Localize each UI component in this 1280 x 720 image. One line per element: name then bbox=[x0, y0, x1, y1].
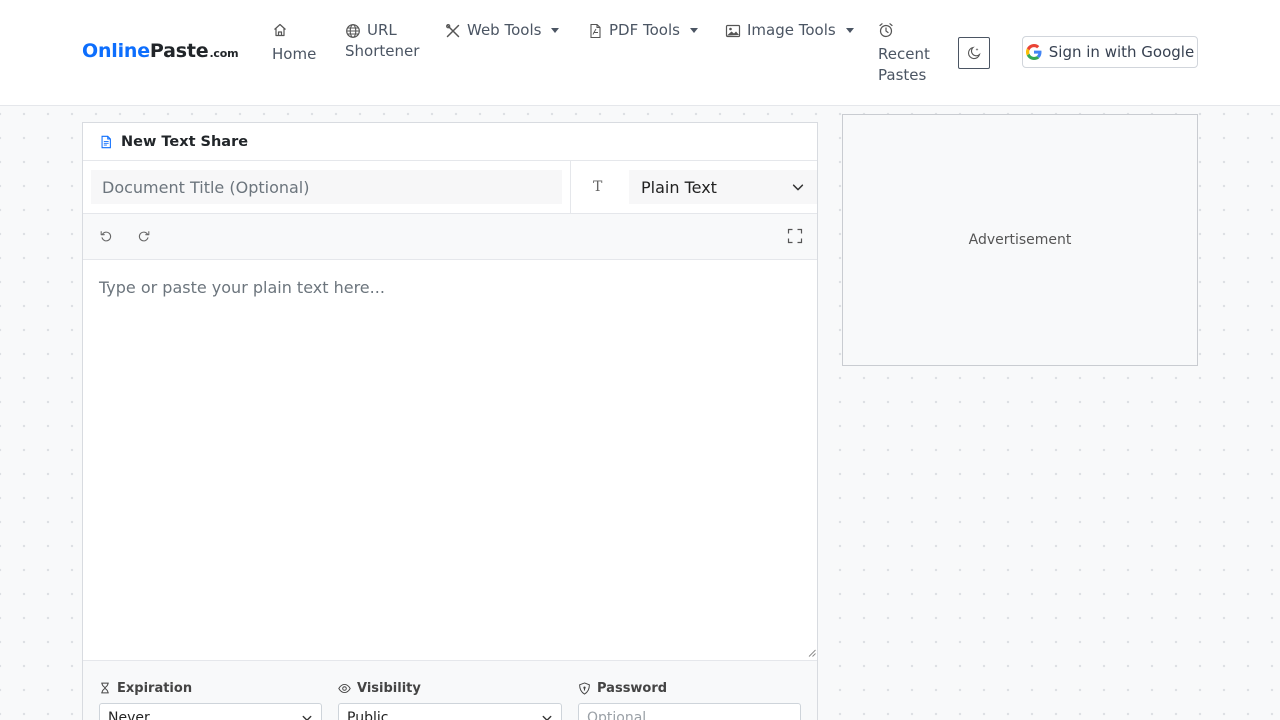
card-title: New Text Share bbox=[121, 133, 249, 150]
visibility-group: Visibility Public bbox=[338, 680, 562, 720]
nav-recent-label-2: Pastes bbox=[878, 66, 927, 84]
nav-home-label: Home bbox=[272, 45, 317, 63]
nav-recent-pastes[interactable]: Recent Pastes bbox=[878, 22, 930, 86]
brand-part-online: Online bbox=[82, 40, 150, 62]
nav-web-tools-label: Web Tools bbox=[467, 21, 542, 39]
advertisement-label: Advertisement bbox=[968, 232, 1072, 248]
expiration-group: Expiration Never bbox=[99, 680, 322, 720]
theme-toggle-button[interactable] bbox=[958, 37, 990, 69]
chevron-down-icon bbox=[845, 28, 854, 33]
text-type-icon: T bbox=[593, 179, 603, 195]
nav-image-tools-dropdown[interactable]: Image Tools bbox=[725, 20, 854, 41]
password-input[interactable] bbox=[587, 710, 792, 720]
language-selected-value: Plain Text bbox=[641, 177, 717, 197]
advertisement-box: Advertisement bbox=[842, 114, 1198, 366]
shield-lock-icon bbox=[579, 681, 590, 695]
nav-image-tools-label: Image Tools bbox=[747, 21, 836, 39]
card-header: New Text Share bbox=[83, 123, 817, 161]
document-title-input[interactable] bbox=[91, 170, 562, 204]
language-wrap: T Plain Text bbox=[571, 161, 817, 213]
paste-options: Expiration Never Visibility Public Passw… bbox=[83, 660, 817, 720]
brand-part-paste: Paste bbox=[149, 40, 209, 62]
image-icon bbox=[725, 24, 741, 37]
alarm-clock-icon bbox=[879, 23, 893, 38]
home-icon bbox=[274, 23, 286, 37]
paste-content-textarea[interactable] bbox=[83, 260, 817, 660]
nav-pdf-tools-dropdown[interactable]: PDF Tools bbox=[587, 20, 698, 41]
nav-web-tools-dropdown[interactable]: Web Tools bbox=[445, 20, 560, 41]
expiration-label: Expiration bbox=[117, 680, 193, 696]
chevron-down-icon bbox=[551, 28, 560, 33]
nav-recent-label-1: Recent bbox=[878, 45, 930, 63]
new-text-share-card: New Text Share T Plain Text bbox=[82, 122, 818, 720]
google-logo-icon bbox=[1025, 44, 1042, 60]
brand-part-com: .com bbox=[209, 47, 239, 60]
tools-icon bbox=[446, 23, 460, 37]
undo-icon[interactable] bbox=[99, 229, 113, 243]
file-pdf-icon bbox=[590, 23, 601, 38]
brand-logo[interactable]: Online Paste .com bbox=[82, 40, 239, 62]
nav-url-label-1: URL bbox=[367, 21, 397, 39]
chevron-down-icon bbox=[542, 715, 552, 720]
redo-icon[interactable] bbox=[137, 229, 151, 243]
title-input-wrap bbox=[83, 161, 571, 213]
chevron-down-icon bbox=[302, 715, 312, 720]
editor-toolbar bbox=[83, 214, 817, 260]
password-field-wrap bbox=[578, 703, 801, 720]
password-label: Password bbox=[597, 680, 668, 696]
language-select[interactable]: Plain Text bbox=[629, 170, 817, 204]
password-label-row: Password bbox=[578, 680, 801, 696]
file-text-icon bbox=[101, 135, 111, 148]
visibility-label: Visibility bbox=[357, 680, 421, 696]
visibility-select[interactable]: Public bbox=[338, 703, 562, 720]
nav-home[interactable]: Home bbox=[272, 22, 316, 65]
nav-url-shortener[interactable]: URL Shortener bbox=[345, 20, 419, 62]
hourglass-icon bbox=[101, 682, 109, 694]
visibility-label-row: Visibility bbox=[338, 680, 562, 696]
nav-pdf-tools-label: PDF Tools bbox=[609, 21, 680, 39]
moon-stars-icon bbox=[967, 46, 981, 60]
fullscreen-icon[interactable] bbox=[787, 228, 803, 244]
resize-handle-icon[interactable] bbox=[808, 649, 816, 657]
eye-icon bbox=[338, 683, 351, 693]
nav-url-label-2: Shortener bbox=[345, 42, 420, 60]
globe-icon bbox=[346, 23, 360, 38]
title-language-row: T Plain Text bbox=[83, 161, 817, 214]
expiration-label-row: Expiration bbox=[99, 680, 322, 696]
navbar: Online Paste .com Home URL Shortener Web T… bbox=[0, 0, 1280, 106]
chevron-down-icon bbox=[792, 184, 804, 191]
expiration-value: Never bbox=[108, 710, 150, 720]
expiration-select[interactable]: Never bbox=[99, 703, 322, 720]
chevron-down-icon bbox=[689, 28, 698, 33]
sign-in-google-button[interactable]: Sign in with Google bbox=[1022, 36, 1198, 68]
visibility-value: Public bbox=[347, 710, 389, 720]
sign-in-google-label: Sign in with Google bbox=[1048, 43, 1195, 61]
password-group: Password bbox=[578, 680, 801, 720]
